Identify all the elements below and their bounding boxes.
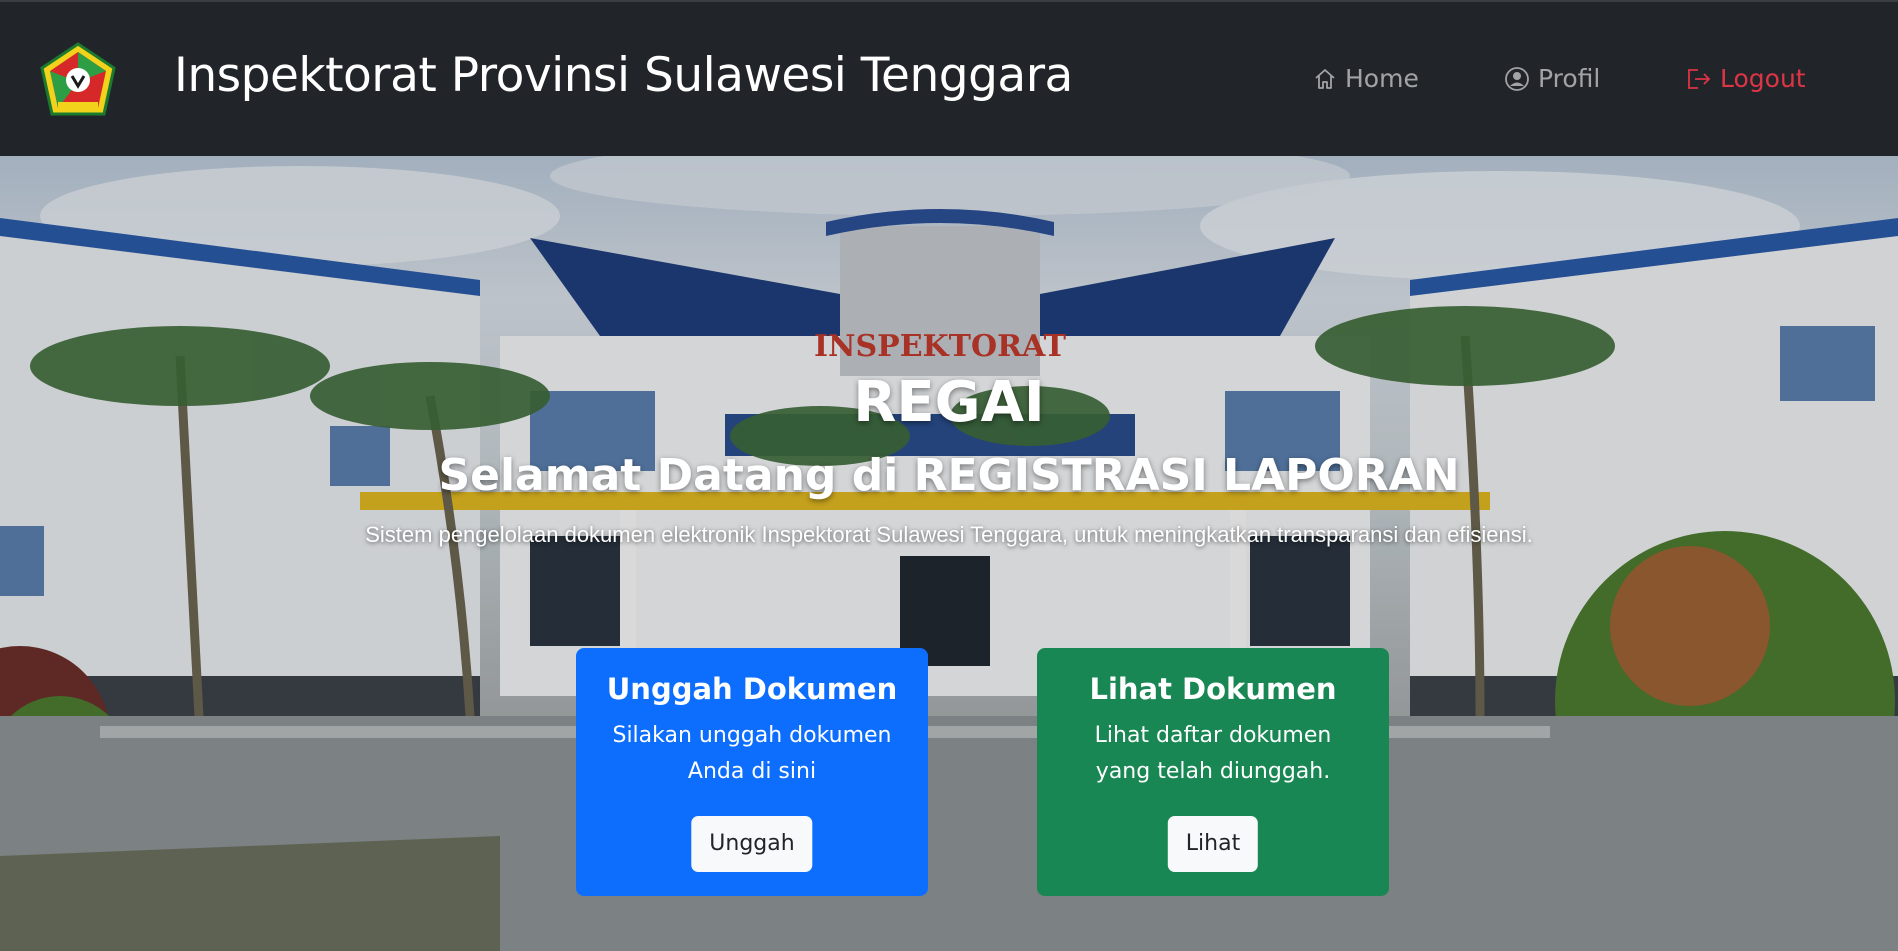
upload-button[interactable]: Unggah bbox=[691, 816, 813, 872]
upload-card-title: Unggah Dokumen bbox=[606, 672, 898, 706]
nav-profil[interactable]: Profil bbox=[1504, 64, 1600, 93]
hero-description: Sistem pengelolaan dokumen elektronik In… bbox=[365, 522, 1533, 547]
box-arrow-right-icon bbox=[1688, 68, 1711, 89]
house-icon bbox=[1315, 68, 1335, 89]
nav-logout[interactable]: Logout bbox=[1686, 64, 1806, 93]
hero-title: REGAI bbox=[853, 370, 1045, 435]
upload-card: Unggah Dokumen Silakan unggah dokumen An… bbox=[576, 648, 928, 896]
navbar: Inspektorat Provinsi Sulawesi Tenggara H… bbox=[0, 0, 1898, 156]
nav-home-label: Home bbox=[1345, 64, 1419, 93]
nav-logout-label: Logout bbox=[1720, 64, 1806, 93]
nav-home[interactable]: Home bbox=[1313, 64, 1419, 93]
view-card: Lihat Dokumen Lihat daftar dokumen yang … bbox=[1037, 648, 1389, 896]
view-card-title: Lihat Dokumen bbox=[1089, 672, 1337, 706]
nav-profil-label: Profil bbox=[1538, 64, 1601, 93]
person-circle-icon bbox=[1505, 66, 1529, 91]
view-button[interactable]: Lihat bbox=[1167, 816, 1259, 872]
brand-title[interactable]: Inspektorat Provinsi Sulawesi Tenggara bbox=[174, 48, 1073, 103]
hero-overlay bbox=[0, 156, 1898, 951]
province-logo[interactable] bbox=[38, 42, 118, 120]
view-card-text: Lihat daftar dokumen yang telah diunggah… bbox=[1094, 723, 1332, 784]
hero-subtitle: Selamat Datang di REGISTRASI LAPORAN bbox=[438, 450, 1460, 501]
hero-section: INSPEKTORAT REGAI Selamat Datang di REGI… bbox=[0, 156, 1898, 951]
upload-card-text: Silakan unggah dokumen Anda di sini bbox=[612, 723, 892, 784]
